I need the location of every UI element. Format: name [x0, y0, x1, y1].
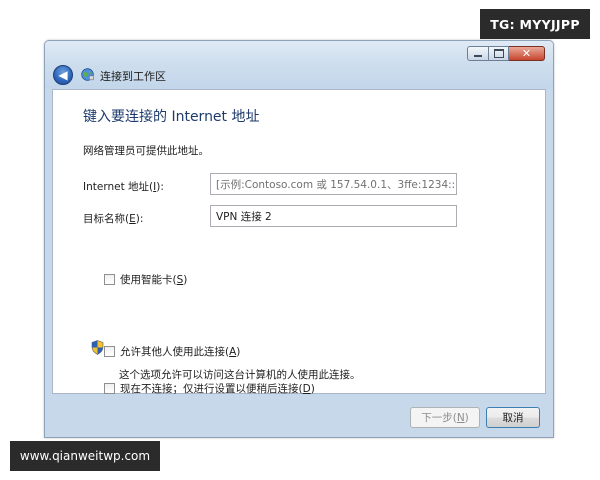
next-button[interactable]: 下一步(N)	[410, 407, 480, 428]
access-key: E	[129, 213, 136, 225]
access-key: N	[456, 411, 465, 424]
maximize-button[interactable]	[489, 46, 509, 61]
minimize-button[interactable]	[467, 46, 489, 61]
label-text: 允许其他人使用此连接(	[120, 346, 230, 358]
smart-card-label: 使用智能卡(S)	[120, 272, 187, 287]
destination-name-label: 目标名称(E):	[83, 211, 143, 226]
wizard-window: ✕ ◀ 连接到工作区 键入要连接的 Internet 地址 网络管理员可提供此地…	[44, 40, 554, 438]
title-bar: ✕ ◀ 连接到工作区	[45, 41, 553, 89]
back-arrow-icon: ◀	[58, 67, 68, 82]
network-globe-icon	[81, 68, 94, 81]
label-text: )	[310, 383, 315, 395]
dont-connect-option[interactable]: 现在不连接；仅进行设置以便稍后连接(D)	[104, 381, 315, 396]
close-button[interactable]: ✕	[509, 46, 545, 61]
smart-card-checkbox[interactable]	[104, 274, 115, 285]
page-heading: 键入要连接的 Internet 地址	[83, 109, 260, 125]
wizard-content: 键入要连接的 Internet 地址 网络管理员可提供此地址。 Internet…	[52, 89, 546, 396]
label-text: )	[236, 346, 241, 358]
watermark-bottom: www.qianweitwp.com	[10, 441, 160, 471]
window-controls: ✕	[467, 46, 545, 61]
close-icon: ✕	[521, 47, 532, 60]
uac-shield-icon	[91, 340, 104, 355]
internet-address-placeholder: [示例:Contoso.com 或 157.54.0.1、3ffe:1234::…	[216, 178, 456, 191]
internet-address-label: Internet 地址(I):	[83, 179, 164, 194]
label-text: 下一步(	[421, 412, 457, 424]
watermark-top: TG: MYYJJPP	[480, 9, 590, 39]
allow-others-option[interactable]: 允许其他人使用此连接(A)	[104, 344, 240, 359]
cancel-button[interactable]: 取消	[486, 407, 540, 428]
dont-connect-label: 现在不连接；仅进行设置以便稍后连接(D)	[120, 381, 315, 396]
back-button[interactable]: ◀	[53, 65, 73, 85]
label-text: Internet 地址(	[83, 181, 154, 193]
maximize-icon	[493, 49, 504, 58]
smart-card-option[interactable]: 使用智能卡(S)	[104, 272, 187, 287]
destination-name-input[interactable]: VPN 连接 2	[210, 205, 457, 227]
window-title: 连接到工作区	[100, 70, 166, 83]
allow-others-label: 允许其他人使用此连接(A)	[120, 344, 240, 359]
minimize-icon	[474, 55, 482, 57]
page-description: 网络管理员可提供此地址。	[83, 145, 209, 157]
label-text: 目标名称(	[83, 213, 130, 225]
access-key: D	[302, 383, 311, 395]
label-text: ):	[135, 213, 144, 225]
label-text: 现在不连接；仅进行设置以便稍后连接(	[120, 383, 303, 395]
label-text: ):	[156, 181, 164, 193]
label-text: 使用智能卡(	[120, 274, 177, 286]
dont-connect-checkbox[interactable]	[104, 383, 115, 394]
allow-others-note: 这个选项允许可以访问这台计算机的人使用此连接。	[119, 369, 361, 381]
label-text: )	[183, 274, 188, 286]
allow-others-checkbox[interactable]	[104, 346, 115, 357]
label-text: )	[464, 411, 469, 424]
destination-name-value: VPN 连接 2	[216, 210, 272, 223]
internet-address-input[interactable]: [示例:Contoso.com 或 157.54.0.1、3ffe:1234::…	[210, 173, 457, 195]
